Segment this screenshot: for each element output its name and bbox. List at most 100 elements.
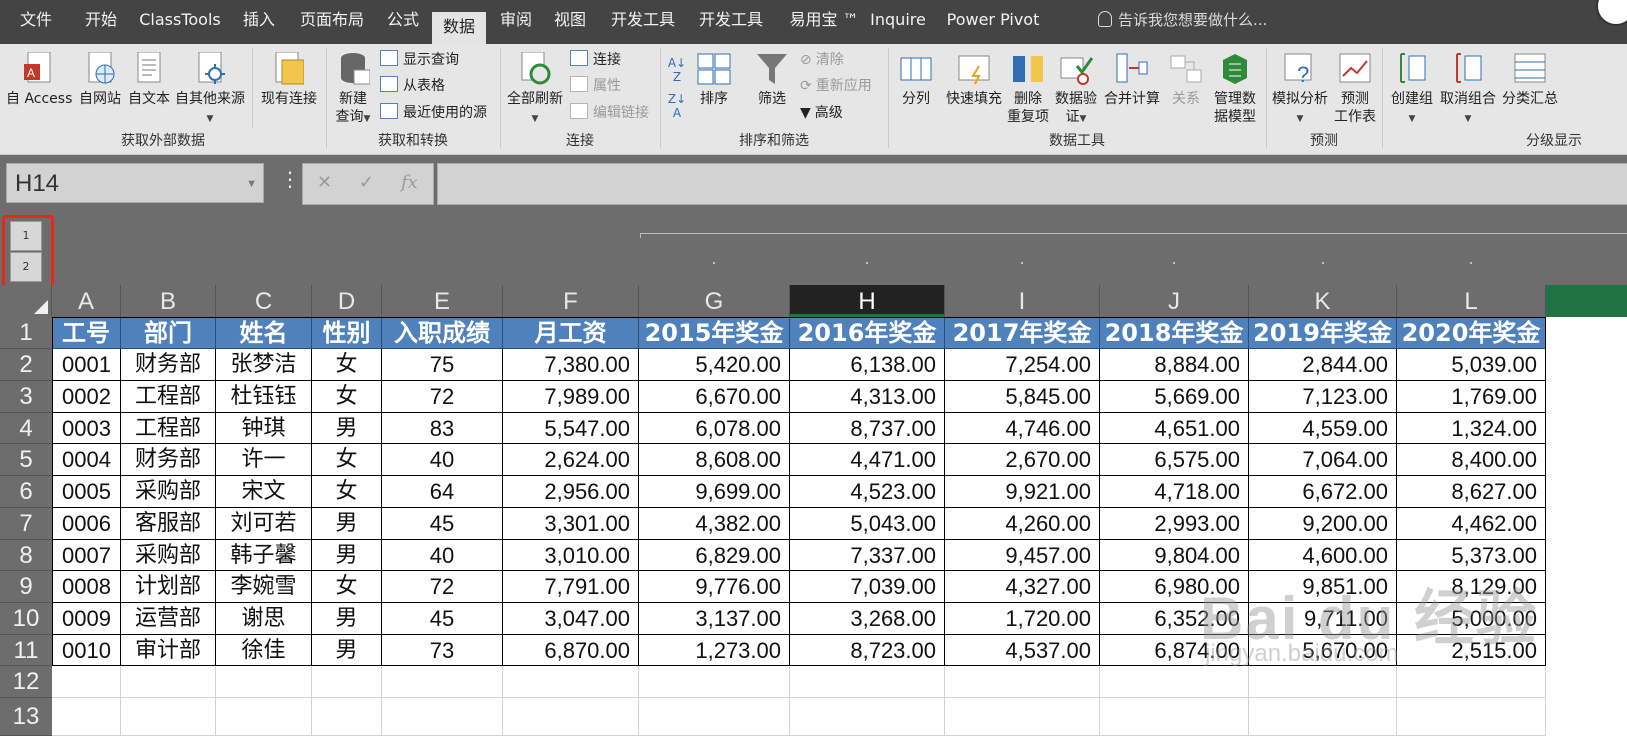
- table-cell[interactable]: 3,137.00: [639, 603, 790, 635]
- table-cell[interactable]: 0009: [52, 603, 121, 635]
- table-cell[interactable]: 2,844.00: [1249, 349, 1397, 381]
- table-cell[interactable]: 0010: [52, 635, 121, 666]
- table-cell[interactable]: 2,515.00: [1397, 635, 1546, 666]
- sort-descending-button[interactable]: Z↓ A: [666, 92, 688, 120]
- text-to-columns-button[interactable]: 分列: [896, 52, 936, 108]
- table-cell[interactable]: 8,400.00: [1397, 444, 1546, 476]
- column-header-H[interactable]: H: [790, 285, 945, 317]
- empty-cell[interactable]: [312, 698, 382, 736]
- table-cell[interactable]: 1,769.00: [1397, 381, 1546, 413]
- table-cell[interactable]: 1,720.00: [945, 603, 1100, 635]
- table-cell[interactable]: 0005: [52, 476, 121, 508]
- table-cell[interactable]: 64: [382, 476, 503, 508]
- table-cell[interactable]: 8,608.00: [639, 444, 790, 476]
- more-options-icon[interactable]: ⋮: [280, 169, 300, 189]
- empty-cell[interactable]: [312, 666, 382, 698]
- row-header-8[interactable]: 8: [0, 540, 52, 571]
- table-cell[interactable]: 钟琪: [216, 413, 312, 444]
- tab-5[interactable]: 公式: [380, 0, 426, 44]
- row-header-10[interactable]: 10: [0, 603, 52, 635]
- table-cell[interactable]: 4,651.00: [1100, 413, 1249, 444]
- table-cell[interactable]: 5,670.00: [1249, 635, 1397, 666]
- table-cell[interactable]: 张梦洁: [216, 349, 312, 381]
- table-cell[interactable]: 8,129.00: [1397, 571, 1546, 603]
- tab-9[interactable]: 开发工具: [604, 0, 682, 44]
- edit-links-button[interactable]: 编辑链接: [570, 101, 649, 125]
- table-cell[interactable]: 6,352.00: [1100, 603, 1249, 635]
- table-cell[interactable]: 客服部: [121, 508, 216, 540]
- group-button[interactable]: 创建组 ▼: [1388, 52, 1436, 128]
- table-cell[interactable]: 5,845.00: [945, 381, 1100, 413]
- table-cell[interactable]: 2,624.00: [503, 444, 639, 476]
- row-header-6[interactable]: 6: [0, 476, 52, 508]
- table-header-cell[interactable]: 部门: [121, 317, 216, 349]
- table-cell[interactable]: 72: [382, 381, 503, 413]
- table-cell[interactable]: 45: [382, 508, 503, 540]
- sort-button[interactable]: 排序: [694, 52, 734, 108]
- from-web-button[interactable]: 自网站: [76, 52, 124, 108]
- row-header-5[interactable]: 5: [0, 444, 52, 476]
- table-cell[interactable]: 财务部: [121, 444, 216, 476]
- empty-cell[interactable]: [121, 698, 216, 736]
- tab-8[interactable]: 视图: [548, 0, 592, 44]
- table-header-cell[interactable]: 月工资: [503, 317, 639, 349]
- table-cell[interactable]: 0002: [52, 381, 121, 413]
- table-cell[interactable]: 7,254.00: [945, 349, 1100, 381]
- insert-function-icon[interactable]: fx: [401, 172, 418, 193]
- table-cell[interactable]: 4,382.00: [639, 508, 790, 540]
- empty-cell[interactable]: [1249, 698, 1397, 736]
- table-cell[interactable]: 9,711.00: [1249, 603, 1397, 635]
- empty-cell[interactable]: [121, 666, 216, 698]
- table-cell[interactable]: 3,268.00: [790, 603, 945, 635]
- data-validation-button[interactable]: 数据验 证▼: [1052, 52, 1100, 128]
- remove-duplicates-button[interactable]: 删除 重复项: [1006, 52, 1050, 126]
- column-header-J[interactable]: J: [1100, 285, 1249, 317]
- table-cell[interactable]: 男: [312, 413, 382, 444]
- table-cell[interactable]: 75: [382, 349, 503, 381]
- properties-button[interactable]: 属性: [570, 74, 621, 98]
- table-cell[interactable]: 财务部: [121, 349, 216, 381]
- table-cell[interactable]: 9,921.00: [945, 476, 1100, 508]
- table-cell[interactable]: 6,670.00: [639, 381, 790, 413]
- empty-cell[interactable]: [1100, 698, 1249, 736]
- table-cell[interactable]: 女: [312, 476, 382, 508]
- empty-cell[interactable]: [216, 698, 312, 736]
- sort-ascending-button[interactable]: A↓ Z: [666, 56, 688, 84]
- row-header-3[interactable]: 3: [0, 381, 52, 413]
- formula-input[interactable]: [437, 163, 1627, 205]
- reapply-button[interactable]: ⟳ 重新应用: [800, 74, 872, 98]
- table-header-cell[interactable]: 入职成绩: [382, 317, 503, 349]
- row-header-12[interactable]: 12: [0, 666, 52, 698]
- table-cell[interactable]: 5,420.00: [639, 349, 790, 381]
- table-cell[interactable]: 4,600.00: [1249, 540, 1397, 571]
- table-header-cell[interactable]: 2019年奖金: [1249, 317, 1397, 349]
- table-header-cell[interactable]: 姓名: [216, 317, 312, 349]
- recent-sources-button[interactable]: 最近使用的源: [380, 101, 487, 125]
- table-cell[interactable]: 工程部: [121, 413, 216, 444]
- table-cell[interactable]: 7,791.00: [503, 571, 639, 603]
- table-cell[interactable]: 6,672.00: [1249, 476, 1397, 508]
- table-cell[interactable]: 4,746.00: [945, 413, 1100, 444]
- new-query-button[interactable]: 新建 查询▼: [332, 52, 374, 128]
- empty-cell[interactable]: [1397, 666, 1546, 698]
- existing-connections-button[interactable]: 现有连接: [258, 52, 320, 108]
- table-header-cell[interactable]: 2016年奖金: [790, 317, 945, 349]
- table-cell[interactable]: 刘可若: [216, 508, 312, 540]
- table-cell[interactable]: 男: [312, 540, 382, 571]
- chevron-down-icon[interactable]: ▼: [246, 164, 257, 204]
- table-header-cell[interactable]: 2017年奖金: [945, 317, 1100, 349]
- table-header-cell[interactable]: 2020年奖金: [1397, 317, 1546, 349]
- table-cell[interactable]: 男: [312, 508, 382, 540]
- table-cell[interactable]: 7,123.00: [1249, 381, 1397, 413]
- cancel-icon[interactable]: ✕: [317, 172, 332, 193]
- table-header-cell[interactable]: 2015年奖金: [639, 317, 790, 349]
- from-text-button[interactable]: 自文本: [126, 52, 172, 108]
- table-cell[interactable]: 2,670.00: [945, 444, 1100, 476]
- table-cell[interactable]: 1,273.00: [639, 635, 790, 666]
- table-cell[interactable]: 72: [382, 571, 503, 603]
- row-header-11[interactable]: 11: [0, 635, 52, 666]
- table-cell[interactable]: 9,699.00: [639, 476, 790, 508]
- column-header-B[interactable]: B: [121, 285, 216, 317]
- table-cell[interactable]: 2,993.00: [1100, 508, 1249, 540]
- empty-cell[interactable]: [790, 666, 945, 698]
